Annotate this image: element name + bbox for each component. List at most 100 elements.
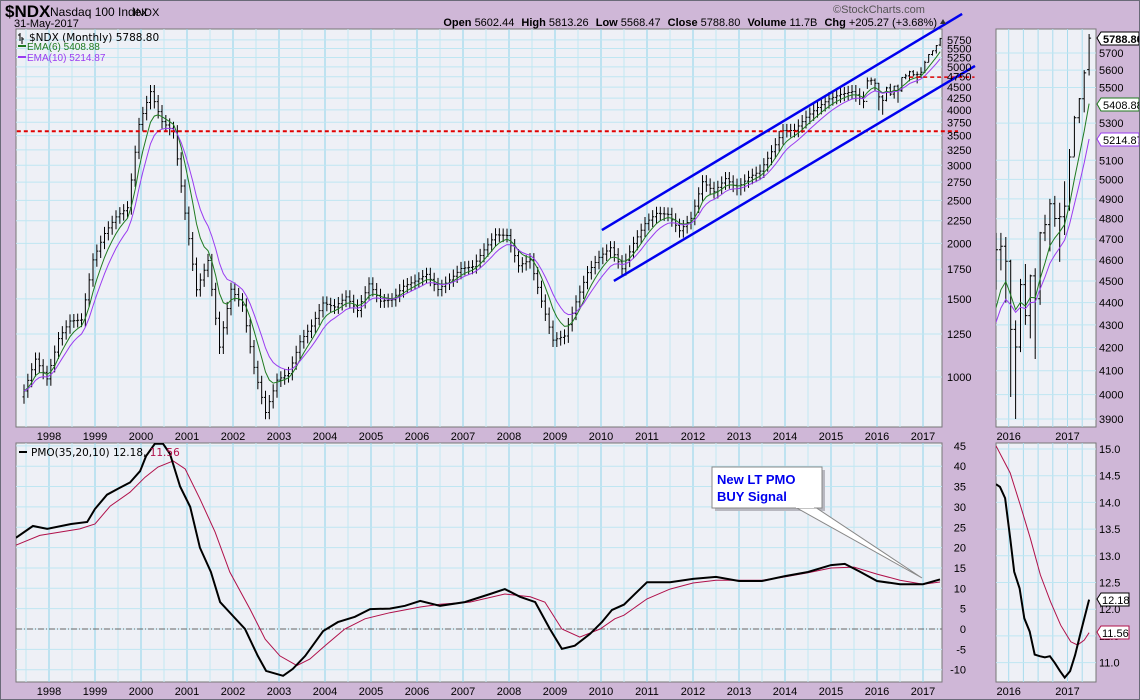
zoom-price-axis-label: 4000: [1099, 390, 1123, 402]
pmo-axis-label: 15: [954, 563, 966, 575]
pmo-year-label: 2010: [589, 686, 613, 698]
ema10-swatch: [18, 56, 26, 58]
zoom-pmo-axis-label: 11.0: [1099, 658, 1120, 670]
pmo-year-label: 2004: [313, 686, 337, 698]
year-label: 2005: [359, 431, 383, 443]
year-label: 2010: [589, 431, 613, 443]
year-label: 2017: [911, 431, 935, 443]
chart-date: 31-May-2017: [14, 18, 79, 30]
exchange: INDX: [133, 7, 160, 19]
zoom-price-axis-label: 3900: [1099, 414, 1123, 426]
pmo-legend: PMO(35,20,10) 12.18, 11.56: [19, 447, 180, 459]
price-axis-label: 2000: [947, 238, 971, 250]
last-close-tag: 5788.80: [1103, 34, 1140, 46]
zoom-price-axis-label: 5700: [1099, 48, 1123, 60]
year-label: 2016: [865, 431, 889, 443]
price-axis-label: 1250: [947, 329, 971, 341]
year-label: 2003: [267, 431, 291, 443]
zoom-pmo-year-label: 2016: [996, 686, 1020, 698]
callout-join: [796, 505, 814, 508]
pmo-axis-label: 5: [960, 604, 966, 616]
up-arrow-icon: [940, 19, 946, 24]
callout-line-2: BUY Signal: [717, 489, 787, 504]
open-label: Open: [443, 17, 471, 29]
price-axis-label: 4000: [947, 105, 971, 117]
price-panel[interactable]: [15, 28, 943, 428]
pmo-year-label: 2014: [773, 686, 797, 698]
price-axis-label: 1000: [947, 372, 971, 384]
zoom-price-axis-label: 4900: [1099, 194, 1123, 206]
pmo-year-label: 2003: [267, 686, 291, 698]
legend-pmo-signal: 11.56: [150, 447, 180, 459]
pmo-year-label: 1998: [37, 686, 61, 698]
year-label: 2000: [129, 431, 153, 443]
pmo-axis-label: -10: [950, 665, 966, 677]
zoom-price-axis-label: 4600: [1099, 255, 1123, 267]
price-axis-label: 4500: [947, 82, 971, 94]
high-value: 5813.26: [549, 17, 589, 29]
pmo-tag: 12.18: [1102, 595, 1130, 607]
pmo-axis-label: 20: [954, 543, 966, 555]
pmo-axis-label: 45: [954, 441, 966, 453]
year-label: 2013: [727, 431, 751, 443]
zoom-price-axis-label: 5500: [1099, 82, 1123, 94]
legend-pmo-value: PMO(35,20,10) 12.18,: [31, 447, 146, 459]
zoom-price-axis-label: 5100: [1099, 155, 1123, 167]
zoom-pmo-axis-label: 14.5: [1099, 471, 1120, 483]
pmo-axis-label: 10: [954, 583, 966, 595]
zoom-pmo-panel[interactable]: [995, 442, 1097, 683]
pmo-year-label: 2001: [175, 686, 199, 698]
pmo-year-label: 1999: [83, 686, 107, 698]
zoom-pmo-year-label: 2017: [1055, 686, 1079, 698]
price-axis-label: 3750: [947, 117, 971, 129]
close-value: 5788.80: [701, 17, 741, 29]
year-label: 2012: [681, 431, 705, 443]
price-axis-label: 2500: [947, 195, 971, 207]
pmo-year-label: 2005: [359, 686, 383, 698]
pmo-swatch: [19, 451, 27, 453]
year-label: 2008: [497, 431, 521, 443]
zoom-price-axis-label: 4300: [1099, 320, 1123, 332]
year-label: 1999: [83, 431, 107, 443]
high-label: High: [521, 17, 546, 29]
pmo-year-label: 2008: [497, 686, 521, 698]
price-axis-label: 4250: [947, 93, 971, 105]
price-axis-label: 2250: [947, 216, 971, 228]
pmo-year-label: 2017: [911, 686, 935, 698]
zoom-year-label: 2017: [1055, 431, 1079, 443]
year-label: 2011: [635, 431, 659, 443]
year-label: 2004: [313, 431, 337, 443]
pmo-year-label: 2016: [865, 686, 889, 698]
pmo-axis-label: 40: [954, 461, 966, 473]
year-label: 2014: [773, 431, 797, 443]
price-axis-label: 3000: [947, 160, 971, 172]
pmo-axis-label: 30: [954, 502, 966, 514]
price-axis-label: 5750: [947, 35, 971, 47]
price-axis-label: 2750: [947, 177, 971, 189]
pmo-axis-label: -5: [956, 644, 966, 656]
zoom-price-axis-label: 5300: [1099, 118, 1123, 130]
zoom-pmo-axis-label: 13.0: [1099, 551, 1120, 563]
zoom-pmo-axis-label: 13.5: [1099, 524, 1120, 536]
ema6-swatch: [18, 45, 26, 47]
zoom-price-axis-label: 4700: [1099, 234, 1123, 246]
year-label: 2002: [221, 431, 245, 443]
watermark: ©StockCharts.com: [833, 4, 925, 16]
pmo-year-label: 2000: [129, 686, 153, 698]
price-axis-label: 3250: [947, 145, 971, 157]
zoom-year-label: 2016: [996, 431, 1020, 443]
pmo-year-label: 2009: [543, 686, 567, 698]
chg-value: +205.27 (+3.68%): [849, 17, 937, 29]
open-value: 5602.44: [475, 17, 515, 29]
price-axis-label: 1500: [947, 294, 971, 306]
pmo-axis-label: 35: [954, 482, 966, 494]
volume-value: 11.7B: [789, 17, 817, 29]
ema10-tag: 5214.87: [1103, 135, 1140, 147]
legend-ema6: EMA(6) 5408.88: [27, 42, 100, 53]
price-axis-label: 3500: [947, 131, 971, 143]
pmo-year-label: 2006: [405, 686, 429, 698]
chg-label: Chg: [824, 17, 845, 29]
pmo-year-label: 2011: [635, 686, 659, 698]
zoom-price-axis-label: 4100: [1099, 366, 1123, 378]
zoom-price-axis-label: 5600: [1099, 65, 1123, 77]
